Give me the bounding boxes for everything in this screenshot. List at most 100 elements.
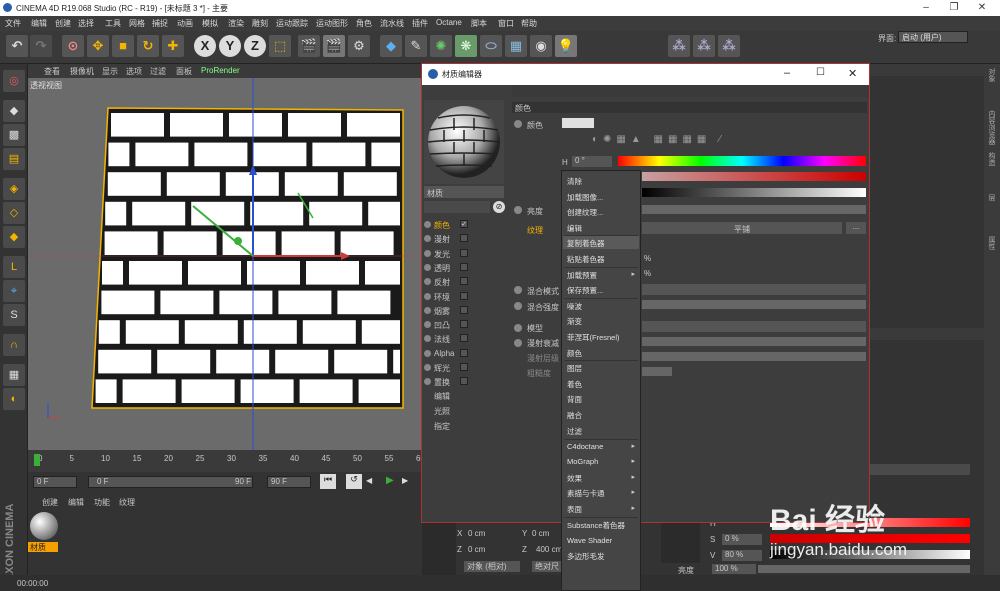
right-tab-1[interactable]: 内容浏览器 (986, 110, 996, 145)
material-manager-menu-item[interactable]: 编辑 (68, 497, 84, 508)
material-manager-menu-item[interactable]: 纹理 (119, 497, 135, 508)
menu-item-5[interactable]: 网格 (129, 18, 145, 29)
material-link-icon[interactable]: ⊘ (493, 201, 505, 213)
diffuse-level-slider[interactable] (642, 352, 866, 361)
menu-item-16[interactable]: Octane (436, 18, 462, 27)
previous-key-icon[interactable]: ↺ (346, 474, 362, 489)
redo-icon[interactable]: ↷ (30, 35, 52, 57)
blend-mode-select[interactable] (642, 284, 866, 295)
color-radio[interactable] (514, 120, 522, 128)
channel-radio[interactable] (424, 278, 431, 286)
menu-item-11[interactable]: 运动跟踪 (276, 18, 308, 29)
context-menu-item-5[interactable]: 粘贴着色器 (567, 254, 605, 265)
make-editable-icon[interactable]: ◎ (3, 70, 25, 92)
undo-icon[interactable]: ↶ (6, 35, 28, 57)
texture-mode-icon[interactable]: ▩ (3, 124, 25, 146)
channel-checkbox[interactable] (460, 291, 468, 300)
menu-item-3[interactable]: 选择 (78, 18, 94, 29)
material-manager-menu-item[interactable]: 功能 (94, 497, 110, 508)
menu-item-19[interactable]: 帮助 (521, 18, 537, 29)
channel-row[interactable]: 置换 (424, 376, 509, 388)
workplane-mode-icon[interactable]: ▤ (3, 148, 25, 170)
channel-radio[interactable] (424, 349, 431, 357)
channel-row[interactable]: 环境 (424, 291, 509, 303)
x-position-field[interactable]: 0 cm (468, 529, 485, 538)
menu-item-0[interactable]: 文件 (5, 18, 21, 29)
context-menu-item-8[interactable]: 噪波 (567, 301, 582, 312)
menu-item-18[interactable]: 窗口 (498, 18, 514, 29)
menu-item-1[interactable]: 编辑 (31, 18, 47, 29)
context-menu-item-18[interactable]: MoGraph (567, 457, 598, 466)
channel-extra-2[interactable]: 指定 (434, 421, 450, 432)
viewport-menu-item-2[interactable]: 显示 (102, 66, 118, 77)
context-menu-item-14[interactable]: 背面 (567, 394, 582, 405)
model-select[interactable] (642, 321, 866, 332)
end-frame-field[interactable]: 90 F (267, 476, 311, 488)
workplane-icon[interactable]: ⁂ (718, 35, 740, 57)
editor-close-button[interactable]: ✕ (848, 67, 857, 80)
saturation-field[interactable]: 0 % (722, 534, 762, 545)
cube-icon[interactable]: ◆ (380, 35, 402, 57)
channel-extra-1[interactable]: 光照 (434, 406, 450, 417)
context-menu-item-13[interactable]: 着色 (567, 379, 582, 390)
material-name-field[interactable]: 材质 (424, 186, 504, 198)
menu-item-8[interactable]: 模拟 (202, 18, 218, 29)
blend-strength-radio[interactable] (514, 302, 522, 310)
material-search-field[interactable] (424, 201, 490, 213)
channel-radio[interactable] (424, 335, 431, 343)
layout-select[interactable]: 启动 (用户) (898, 31, 968, 43)
material-name[interactable]: 材质 (28, 542, 58, 552)
texture-button[interactable]: 平铺 (642, 222, 842, 234)
z-axis-icon[interactable]: Z (244, 35, 266, 57)
context-menu-item-15[interactable]: 融合 (567, 410, 582, 421)
menu-item-14[interactable]: 流水线 (380, 18, 404, 29)
channel-row[interactable]: 法线 (424, 333, 509, 345)
go-to-start-icon[interactable]: ⏮ (320, 474, 336, 489)
channel-row[interactable]: 烟雾 (424, 305, 509, 317)
current-frame-field[interactable]: 0 F (88, 476, 253, 488)
value-slider[interactable] (642, 188, 866, 197)
snapping-icon[interactable]: S (3, 304, 25, 326)
viewport-menu-item-0[interactable]: 查看 (44, 66, 60, 77)
magnet-icon[interactable]: ∩ (3, 334, 25, 356)
menu-item-10[interactable]: 雕刻 (252, 18, 268, 29)
scale-icon[interactable]: ■ (112, 35, 134, 57)
hue-slider[interactable] (618, 156, 866, 166)
menu-item-4[interactable]: 工具 (105, 18, 121, 29)
channel-row[interactable]: 漫射 (424, 233, 509, 245)
channel-checkbox[interactable] (460, 320, 468, 329)
context-menu-item-4[interactable]: 复制着色器 (567, 238, 605, 249)
editor-maximize-button[interactable]: ☐ (816, 67, 825, 78)
context-menu-item-1[interactable]: 加载图像... (567, 192, 603, 203)
edges-mode-icon[interactable]: ◇ (3, 202, 25, 224)
channel-checkbox[interactable]: ✓ (460, 220, 468, 228)
snap-settings-icon[interactable]: ⁂ (693, 35, 715, 57)
brightness-field[interactable]: 100 % (712, 564, 756, 574)
context-menu-item-19[interactable]: 效果 (567, 473, 582, 484)
context-menu-item-11[interactable]: 颜色 (567, 348, 582, 359)
channel-row[interactable]: 发光 (424, 248, 509, 260)
material-thumbnail[interactable] (30, 512, 58, 540)
channel-radio[interactable] (424, 292, 431, 300)
diffuse-falloff-radio[interactable] (514, 339, 522, 347)
tweak-mode-icon[interactable]: ⌖ (3, 280, 25, 302)
viewport-menu-item-1[interactable]: 摄像机 (70, 66, 94, 77)
timeline[interactable]: 051015202530354045505560 (28, 450, 425, 472)
model-radio[interactable] (514, 324, 522, 332)
maximize-button[interactable]: ❐ (940, 1, 968, 15)
channel-radio[interactable] (424, 321, 431, 329)
context-menu-item-20[interactable]: 素描与卡通 (567, 488, 605, 499)
z-position-field[interactable]: 0 cm (468, 545, 485, 554)
channel-radio[interactable] (424, 364, 431, 371)
channel-radio[interactable] (424, 235, 431, 243)
playhead[interactable] (34, 454, 40, 466)
play-reverse-icon[interactable]: ◀ (366, 476, 372, 485)
channel-radio[interactable] (424, 306, 431, 314)
context-menu-item-23[interactable]: Wave Shader (567, 536, 612, 545)
context-menu-item-21[interactable]: 表面 (567, 504, 582, 515)
context-menu-item-17[interactable]: C4doctane (567, 442, 603, 451)
menu-item-6[interactable]: 捕捉 (152, 18, 168, 29)
channel-radio[interactable] (424, 221, 431, 228)
pen-icon[interactable]: ✎ (405, 35, 427, 57)
right-tab-3[interactable]: 层 (986, 194, 996, 201)
